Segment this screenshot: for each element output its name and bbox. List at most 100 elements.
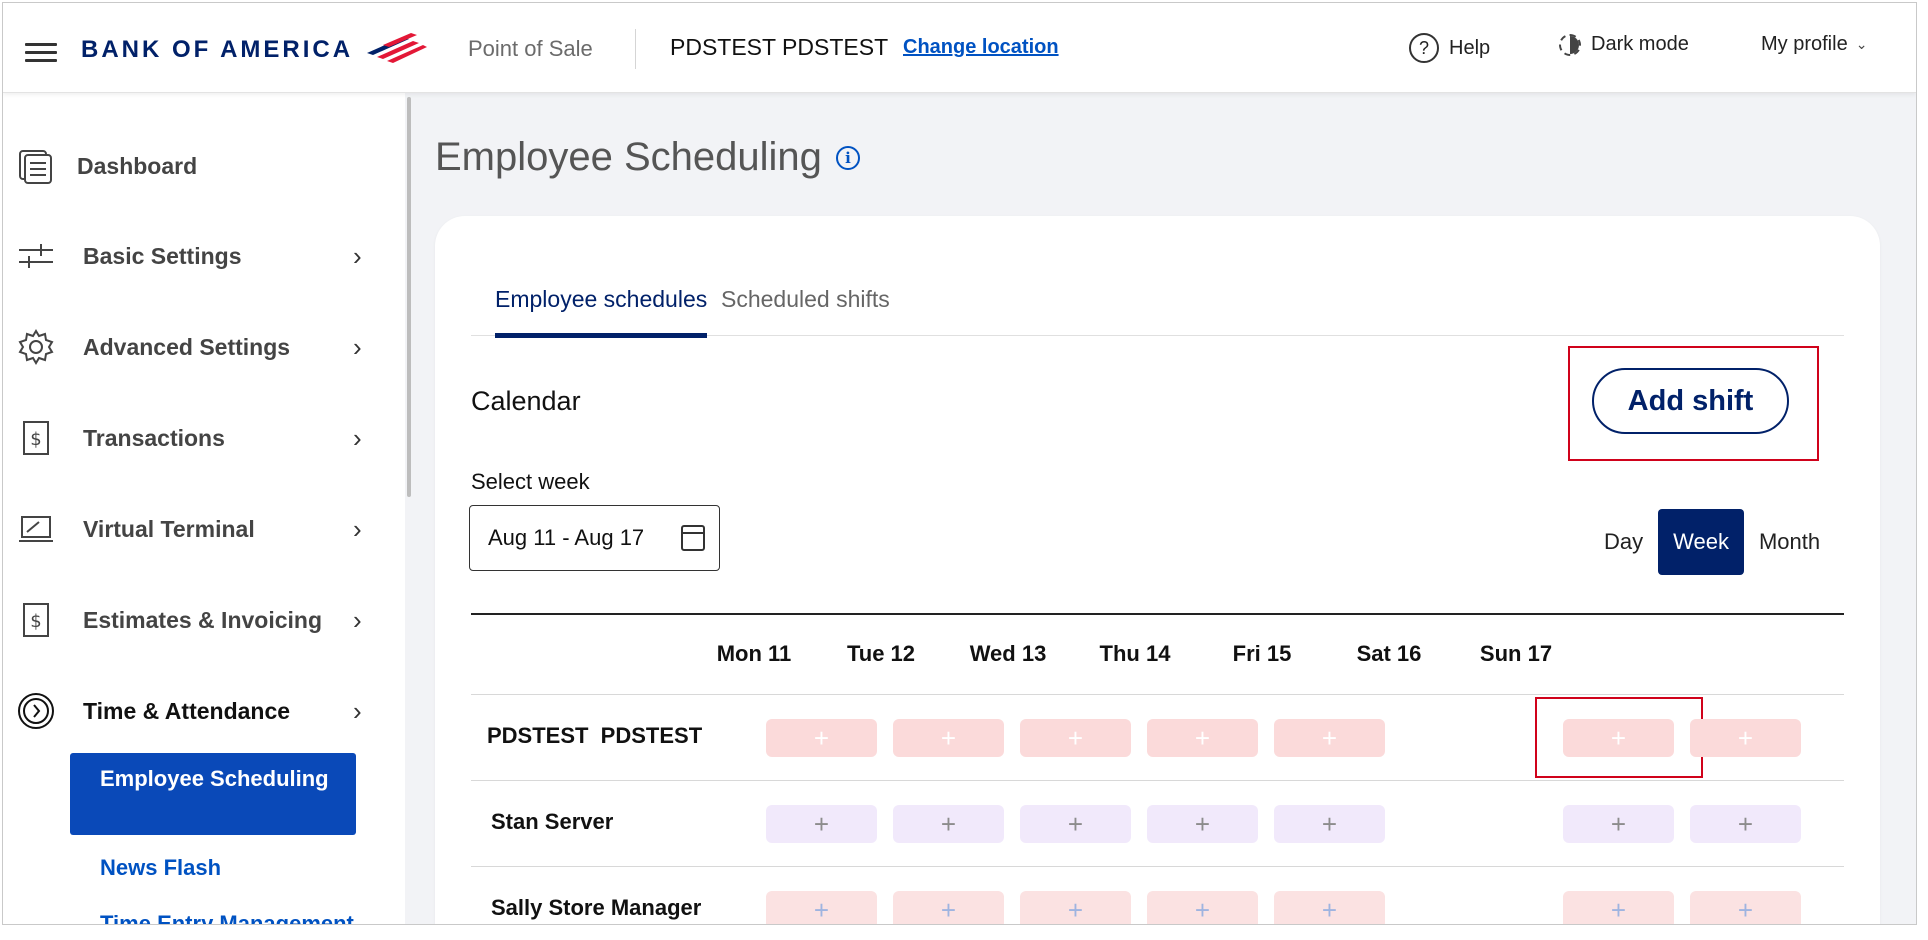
add-shift-cell[interactable]: + <box>1563 719 1674 757</box>
change-location-link[interactable]: Change location <box>903 36 1059 59</box>
app-window: BANK OF AMERICA Point of Sale PDSTEST PD… <box>2 2 1917 925</box>
help-label: Help <box>1449 36 1491 59</box>
tab-bar: Employee schedules Scheduled shifts <box>471 286 1844 338</box>
add-shift-cell[interactable]: + <box>1020 891 1131 924</box>
dark-mode-toggle[interactable]: Dark mode <box>1559 33 1689 56</box>
sidebar-nav: Dashboard Basic Settings › Advanced Sett… <box>3 93 405 924</box>
dark-mode-label: Dark mode <box>1591 33 1689 55</box>
add-shift-cell[interactable]: + <box>1147 719 1258 757</box>
dashboard-icon <box>17 147 55 185</box>
sidebar-item-advanced-settings[interactable]: Advanced Settings › <box>3 312 383 382</box>
contrast-icon <box>1559 33 1581 56</box>
add-shift-cell[interactable]: + <box>1020 805 1131 843</box>
table-row: Sally Store Manager + + + + + + + <box>471 867 1844 924</box>
table-row: PDSTEST PDSTEST + + + + + + + <box>471 695 1844 781</box>
view-toggle: Day Week Month <box>1589 509 1835 575</box>
add-shift-cell[interactable]: + <box>1563 891 1674 924</box>
page-title-text: Employee Scheduling <box>435 135 822 179</box>
my-profile-menu[interactable]: My profile ⌄ <box>1761 33 1867 56</box>
sidebar-item-estimates-invoicing[interactable]: $ Estimates & Invoicing › <box>3 585 383 655</box>
chevron-down-icon: ⌄ <box>1855 36 1868 52</box>
sidebar-scrollbar[interactable] <box>407 97 411 497</box>
employee-name: PDSTEST PDSTEST <box>487 723 703 748</box>
add-shift-cell[interactable]: + <box>766 891 877 924</box>
sidebar-item-time-attendance[interactable]: Time & Attendance › <box>3 676 383 746</box>
tab-scheduled-shifts[interactable]: Scheduled shifts <box>721 286 890 336</box>
view-day-button[interactable]: Day <box>1589 509 1658 575</box>
add-shift-cell[interactable]: + <box>893 805 1004 843</box>
svg-text:$: $ <box>30 429 41 450</box>
day-header: Fri 15 <box>1232 641 1292 666</box>
sidebar-item-label: Estimates & Invoicing <box>83 606 323 633</box>
my-profile-label: My profile <box>1761 33 1848 55</box>
page-title: Employee Scheduling i <box>435 135 860 180</box>
gear-icon <box>17 328 55 366</box>
sidebar-item-label: Time & Attendance <box>83 697 291 724</box>
grid-header-row: Mon 11 Tue 12 Wed 13 Thu 14 Fri 15 Sat 1… <box>471 615 1844 695</box>
sidebar-item-label: Basic Settings <box>83 242 242 269</box>
sidebar-item-virtual-terminal[interactable]: Virtual Terminal › <box>3 494 383 564</box>
day-header: Sat 16 <box>1356 641 1422 666</box>
sidebar-item-transactions[interactable]: $ Transactions › <box>3 403 383 473</box>
add-shift-cell[interactable]: + <box>893 719 1004 757</box>
receipt-dollar-icon: $ <box>17 419 55 457</box>
add-shift-cell[interactable]: + <box>1274 719 1385 757</box>
chevron-right-icon: › <box>353 695 362 726</box>
sliders-icon <box>17 237 55 275</box>
sidebar-subitem-employee-scheduling[interactable]: Employee Scheduling <box>70 753 356 835</box>
top-header: BANK OF AMERICA Point of Sale PDSTEST PD… <box>3 3 1916 93</box>
view-week-button[interactable]: Week <box>1658 509 1744 575</box>
add-shift-cell[interactable]: + <box>1274 805 1385 843</box>
sidebar-item-label: Virtual Terminal <box>83 515 255 542</box>
flag-logo-icon <box>367 33 428 63</box>
select-week-label: Select week <box>471 469 590 494</box>
add-shift-cell[interactable]: + <box>1563 805 1674 843</box>
sidebar-item-label: Dashboard <box>77 152 198 179</box>
calendar-title: Calendar <box>471 386 581 416</box>
employee-name: Sally Store Manager <box>491 895 702 920</box>
chevron-right-icon: › <box>353 513 362 544</box>
add-shift-cell[interactable]: + <box>1690 719 1801 757</box>
bank-logo[interactable]: BANK OF AMERICA <box>81 33 428 67</box>
add-shift-cell[interactable]: + <box>766 805 877 843</box>
hamburger-menu-icon[interactable] <box>25 43 57 63</box>
sidebar-item-dashboard[interactable]: Dashboard <box>3 131 383 201</box>
week-picker-input[interactable]: Aug 11 - Aug 17 <box>469 505 720 571</box>
add-shift-cell[interactable]: + <box>1147 805 1258 843</box>
add-shift-cell[interactable]: + <box>1690 891 1801 924</box>
header-divider <box>635 29 636 69</box>
add-shift-cell[interactable]: + <box>1274 891 1385 924</box>
chevron-right-icon: › <box>353 604 362 635</box>
info-icon[interactable]: i <box>835 145 860 170</box>
chevron-right-icon: › <box>353 331 362 362</box>
add-shift-cell[interactable]: + <box>1020 719 1131 757</box>
schedule-grid: Mon 11 Tue 12 Wed 13 Thu 14 Fri 15 Sat 1… <box>471 613 1844 924</box>
scheduling-card: Employee schedules Scheduled shifts Cale… <box>435 216 1880 924</box>
add-shift-cell[interactable]: + <box>766 719 877 757</box>
question-icon: ? <box>1409 33 1439 63</box>
day-header: Wed 13 <box>969 641 1047 666</box>
add-shift-button[interactable]: Add shift <box>1592 368 1789 434</box>
sidebar-item-label: Transactions <box>83 424 225 451</box>
employee-name: Stan Server <box>491 809 614 834</box>
day-header: Thu 14 <box>1099 641 1171 666</box>
sidebar-item-label: Advanced Settings <box>83 333 291 360</box>
sidebar-subitem-time-entry-management[interactable]: Time Entry Management <box>100 911 354 924</box>
help-button[interactable]: ? Help <box>1409 33 1490 63</box>
view-month-button[interactable]: Month <box>1744 509 1835 575</box>
calendar-icon[interactable] <box>681 525 705 551</box>
laptop-icon <box>17 510 55 548</box>
add-shift-cell[interactable]: + <box>1147 891 1258 924</box>
tab-employee-schedules[interactable]: Employee schedules <box>495 286 708 338</box>
add-shift-cell[interactable]: + <box>1690 805 1801 843</box>
sidebar-subitem-news-flash[interactable]: News Flash <box>100 855 221 881</box>
week-value: Aug 11 - Aug 17 <box>488 525 645 550</box>
day-header: Tue 12 <box>846 641 916 666</box>
merchant-name: PDSTEST PDSTEST <box>670 34 889 60</box>
sidebar-item-basic-settings[interactable]: Basic Settings › <box>3 221 383 291</box>
chevron-right-icon: › <box>353 240 362 271</box>
add-shift-cell[interactable]: + <box>893 891 1004 924</box>
svg-text:$: $ <box>30 611 41 632</box>
product-name: Point of Sale <box>468 36 593 61</box>
table-row: Stan Server + + + + + + + <box>471 781 1844 867</box>
